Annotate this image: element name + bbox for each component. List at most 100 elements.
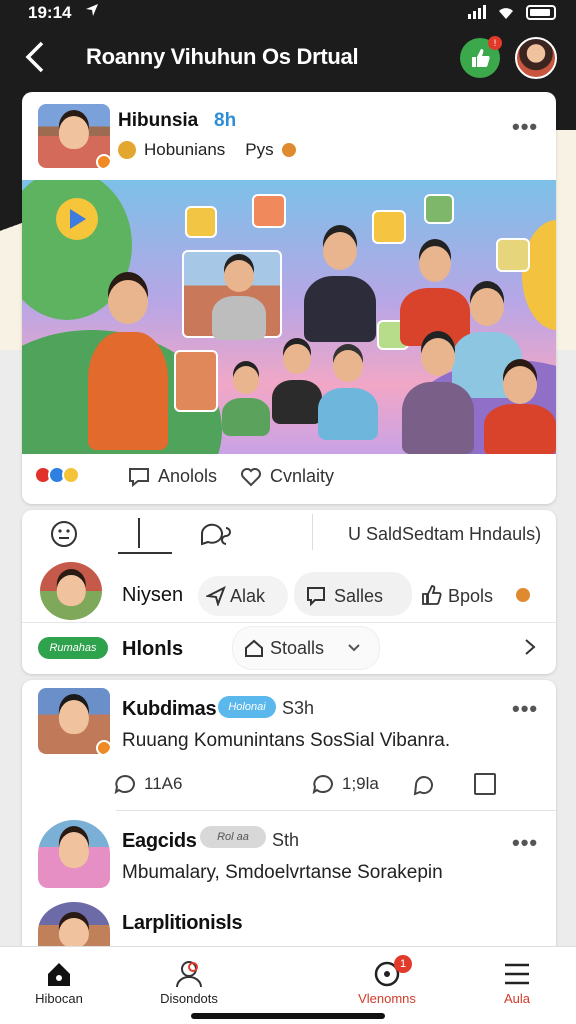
text-cursor-icon (138, 518, 140, 548)
floating-tile (252, 194, 286, 228)
nav-people[interactable]: Disondots (134, 957, 244, 1006)
post-actions: Anolols Cvnlaity (22, 460, 556, 496)
menu-icon (505, 963, 529, 985)
active-tab-underline (118, 552, 172, 554)
like-label: Cvnlaity (270, 466, 335, 486)
composer-divider (22, 622, 556, 623)
post-time: Sth (272, 830, 300, 850)
author-avatar[interactable] (38, 104, 110, 168)
reaction-summary[interactable] (34, 466, 80, 484)
avatar-face (58, 115, 90, 149)
floating-tile (185, 206, 217, 238)
comment-icon (114, 774, 135, 794)
chevron-right-icon[interactable] (524, 638, 536, 656)
more-options-icon[interactable]: ••• (512, 830, 538, 856)
status-icons (468, 4, 556, 20)
notification-badge: ! (488, 36, 502, 50)
illustration-person (272, 344, 322, 424)
online-badge (96, 154, 110, 168)
header: Roanny Vihuhun Os Drtual ! (0, 34, 576, 80)
composer-hint: U SaldSedtam Hndauls) (348, 524, 542, 544)
page-title: Roanny Vihuhun Os Drtual (86, 44, 359, 69)
share-count-value: 1;9la (342, 774, 379, 793)
chevron-left-icon (25, 41, 44, 73)
post-time: 8h (214, 110, 237, 131)
post-subtitle-extra: Pys (245, 140, 274, 159)
home-indicator (191, 1013, 385, 1019)
more-options-icon[interactable]: ••• (512, 696, 538, 722)
battery-icon (526, 4, 556, 20)
nav-home[interactable]: Hibocan (4, 957, 114, 1006)
post-text: Mbumalary, Smdoelvrtanse Sorakepin (122, 862, 443, 883)
chip-bpols-label[interactable]: Bpols (448, 586, 493, 607)
nav-home-label: Hibocan (35, 991, 83, 1006)
send-icon (206, 586, 226, 606)
dropdown-label: Stoalls (270, 638, 325, 658)
status-bar: 19:14 (0, 0, 576, 28)
chip-salles-label: Salles (334, 586, 384, 606)
avatar-face (56, 574, 86, 607)
like-button[interactable]: Cvnlaity (240, 466, 334, 487)
illustration-person (88, 280, 168, 450)
post-author[interactable]: Kubdimas (122, 698, 217, 721)
illustration-person (402, 338, 474, 454)
post-divider (116, 810, 556, 811)
illustration-person (484, 366, 556, 454)
tag-pill[interactable]: Rumahas (38, 637, 108, 659)
signal-icon (468, 5, 486, 19)
bookmark-icon[interactable] (474, 773, 496, 795)
post-image[interactable] (22, 180, 556, 454)
chat-icon[interactable] (200, 522, 240, 546)
more-options-icon[interactable]: ••• (512, 114, 538, 140)
heart-icon (241, 467, 261, 486)
online-badge (96, 740, 110, 754)
post-author[interactable]: Hibunsia (118, 110, 198, 132)
composer-toolbar: U SaldSedtam Hndauls) (22, 510, 556, 560)
like-notification-button[interactable]: ! (460, 36, 502, 78)
post-avatar[interactable] (38, 688, 110, 754)
floating-tile (496, 238, 530, 272)
nav-people-label: Disondots (160, 991, 218, 1006)
composer-card: U SaldSedtam Hndauls) Niysen Alak Salles… (22, 510, 556, 674)
status-time: 19:14 (28, 3, 72, 22)
share-count[interactable]: 1;9la (312, 774, 379, 794)
send-icon[interactable] (412, 774, 436, 796)
emoji-icon (281, 143, 296, 157)
floating-tile (174, 350, 218, 412)
comment-count[interactable]: 11A6 (114, 774, 182, 794)
location-icon (84, 2, 100, 23)
post-author[interactable]: Larplitionisls (122, 912, 243, 935)
thumbs-up-outline-icon[interactable] (420, 584, 442, 606)
chip-alak-label: Alak (230, 586, 266, 606)
nav-menu-label: Aula (503, 991, 531, 1006)
notification-badge: 1 (394, 955, 412, 973)
nav-notifications[interactable]: 1 Vlenomns (332, 955, 442, 1006)
laugh-reaction-icon (62, 466, 80, 484)
illustration-person (318, 350, 378, 440)
avatar-face (58, 832, 90, 868)
people-icon (176, 961, 202, 988)
play-icon (56, 198, 98, 240)
post-subtitle-text: Hobunians (144, 140, 226, 159)
emoji-icon (516, 588, 530, 602)
post-avatar[interactable] (38, 820, 110, 888)
home-icon (48, 963, 70, 986)
floating-tile (372, 210, 406, 244)
smiley-icon[interactable] (50, 520, 78, 548)
avatar-face (58, 918, 90, 949)
nav-notifications-label: Vlenomns (358, 991, 416, 1006)
illustration-person (304, 232, 376, 342)
nav-menu[interactable]: Aula (462, 957, 572, 1006)
post-author[interactable]: Eagcids (122, 830, 197, 853)
comment-button[interactable]: Anolols (128, 466, 217, 487)
chevron-down-icon (348, 644, 360, 652)
comment-label: Anolols (158, 466, 218, 486)
feed-card: Kubdimas Holonai S3h ••• Ruuang Komunint… (22, 680, 556, 960)
featured-post-card: Hibunsia 8h Hobunians Pys ••• Anolols Cv… (22, 92, 556, 504)
message-icon (307, 587, 325, 606)
back-button[interactable] (22, 40, 48, 74)
user-avatar[interactable] (40, 562, 102, 620)
profile-avatar[interactable] (515, 37, 557, 79)
avatar-face (58, 699, 90, 735)
chat-bubble-icon (312, 774, 333, 794)
